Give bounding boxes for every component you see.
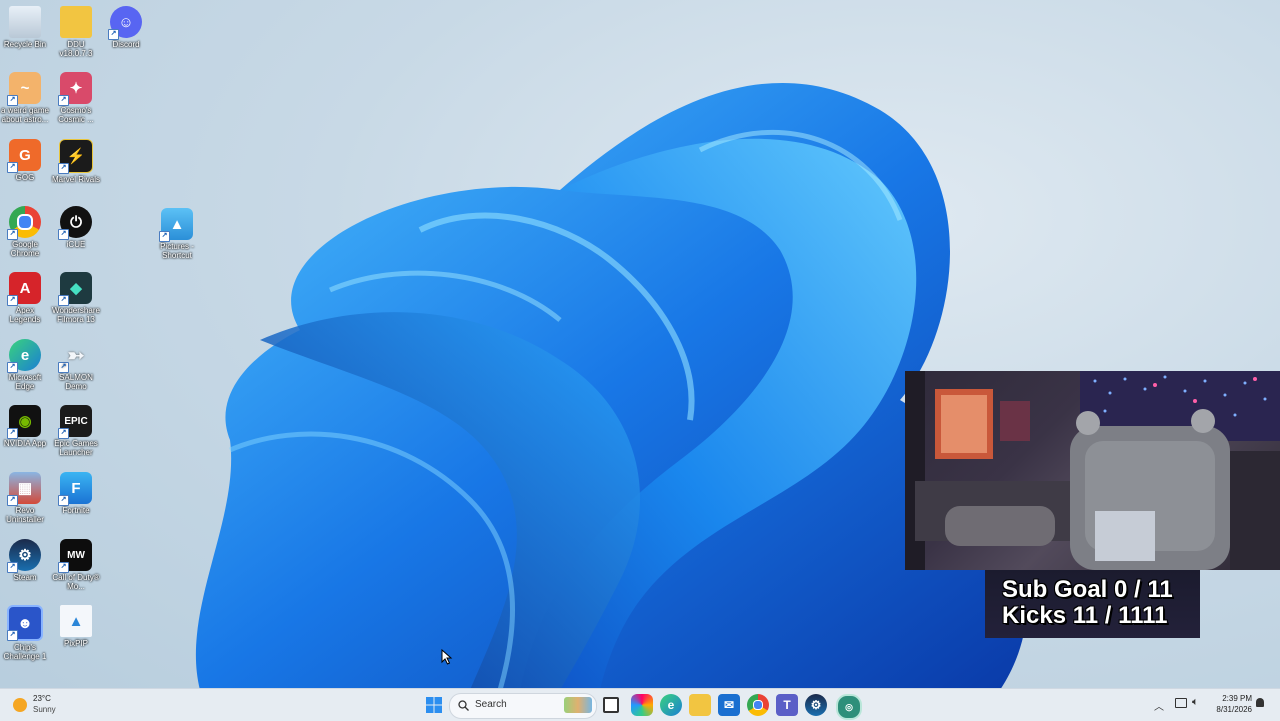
game-icon: ✦ ↗: [58, 72, 92, 106]
image-file-icon: ▲: [60, 605, 92, 637]
desktop-icon-discord[interactable]: ☺ ↗ Discord: [101, 6, 151, 49]
sub-goal-text: Sub Goal 0 / 11: [1002, 576, 1173, 603]
nvidia-icon: ◉ ↗: [7, 405, 41, 439]
pictures-icon: ▲ ↗: [159, 208, 193, 242]
chrome-icon: [753, 700, 763, 710]
taskbar: 23°C Sunny Search e ✉ T ⚙ ◎ ︿ 🔈︎ 2:39 PM…: [0, 688, 1280, 721]
desktop-icon-epic[interactable]: EPIC ↗ Epic Games Launcher: [51, 405, 101, 457]
fortnite-icon: F ↗: [58, 472, 92, 506]
search-icon: [458, 700, 469, 711]
webcam-feed: [905, 371, 1280, 570]
windows-logo-icon: [426, 697, 442, 713]
bell-icon: [1256, 698, 1264, 707]
teams-icon: T: [783, 698, 791, 712]
discord-icon: ☺ ↗: [108, 6, 142, 40]
chips-challenge-icon: ☻ ↗: [7, 605, 43, 641]
task-view-button[interactable]: [600, 694, 622, 716]
cod-icon: MW ↗: [58, 539, 92, 573]
start-button[interactable]: [423, 694, 445, 716]
desktop-icon-marvel-rivals[interactable]: ⚡ ↗ Marvel Rivals: [51, 139, 101, 184]
taskbar-copilot[interactable]: [631, 694, 653, 716]
taskbar-steam[interactable]: ⚙: [805, 694, 827, 716]
desktop-icon-chrome[interactable]: ↗ Google Chrome: [0, 206, 50, 258]
icue-icon: ⏻ ↗: [58, 206, 92, 240]
desktop-icon-pixpip[interactable]: ▲ PixPIP: [51, 605, 101, 648]
folder-icon: [60, 6, 92, 38]
taskbar-edge[interactable]: e: [660, 694, 682, 716]
chevron-up-icon: ︿: [1154, 702, 1164, 713]
search-placeholder: Search: [475, 699, 507, 710]
clock-date: 8/31/2026: [1216, 705, 1252, 714]
chrome-icon: ↗: [7, 206, 41, 240]
notification-button[interactable]: [1256, 698, 1268, 710]
apex-icon: A ↗: [7, 272, 41, 306]
desktop-icon-nvidia[interactable]: ◉ ↗ NVIDIA App: [0, 405, 50, 448]
desktop-icon-revo[interactable]: ▦ ↗ Revo Uninstaller: [0, 472, 50, 524]
desktop-icon-apex[interactable]: A ↗ Apex Legends: [0, 272, 50, 324]
outlook-icon: ✉: [723, 698, 735, 712]
game-icon: ~ ↗: [7, 72, 41, 106]
gog-icon: G ↗: [7, 139, 41, 173]
desktop-icon-ddu[interactable]: DDU v18.0.7.3: [51, 6, 101, 58]
clock-time: 2:39 PM: [1222, 694, 1252, 703]
taskbar-teams[interactable]: T: [776, 694, 798, 716]
weather-condition: Sunny: [33, 705, 56, 714]
desktop-icon-cosmos[interactable]: ✦ ↗ Cosmo's Cosmic ...: [51, 72, 101, 124]
stream-goal-overlay: Sub Goal 0 / 11 Kicks 11 / 1111: [985, 570, 1200, 638]
desktop-icon-weird-game[interactable]: ~ ↗ a weird game about astro...: [0, 72, 50, 124]
mouse-cursor-icon: [441, 649, 453, 665]
taskbar-search-box[interactable]: Search: [449, 693, 597, 719]
desktop-icon-chips-challenge[interactable]: ☻ ↗ Chip's Challenge 1: [0, 605, 50, 661]
revo-icon: ▦ ↗: [7, 472, 41, 506]
task-view-icon: [603, 697, 619, 713]
desktop-icon-pictures-shortcut[interactable]: ▲ ↗ Pictures - Shortcut: [152, 208, 202, 260]
search-highlight-icon: [564, 697, 592, 713]
fish-icon: ➳ ↗: [58, 339, 92, 373]
edge-icon: e: [667, 698, 675, 712]
speaker-icon: 🔈︎: [1192, 696, 1199, 708]
desktop-icon-salmon[interactable]: ➳ ↗ SALMON Demo: [51, 339, 101, 391]
app-icon: ◎: [845, 701, 853, 712]
recycle-bin-icon: [9, 6, 41, 38]
desktop-icon-cod[interactable]: MW ↗ Call of Duty® Mo...: [51, 539, 101, 591]
taskbar-app[interactable]: ◎: [836, 694, 862, 720]
network-button[interactable]: [1175, 698, 1187, 710]
epic-icon: EPIC ↗: [58, 405, 92, 439]
desktop-icon-fortnite[interactable]: F ↗ Fortnite: [51, 472, 101, 515]
desktop-icon-edge[interactable]: e ↗ Microsoft Edge: [0, 339, 50, 391]
taskbar-chrome[interactable]: [747, 694, 769, 716]
network-icon: [1175, 698, 1187, 708]
desktop-icon-icue[interactable]: ⏻ ↗ iCUE: [51, 206, 101, 249]
weather-widget[interactable]: 23°C Sunny: [0, 689, 80, 721]
taskbar-outlook[interactable]: ✉: [718, 694, 740, 716]
desktop-icon-recycle-bin[interactable]: Recycle Bin: [0, 6, 50, 49]
desktop-icon-steam[interactable]: ⚙ ↗ Steam: [0, 539, 50, 582]
sun-icon: [13, 698, 27, 712]
filmora-icon: ◆ ↗: [58, 272, 92, 306]
show-hidden-icons-button[interactable]: ︿: [1154, 698, 1166, 713]
taskbar-file-explorer[interactable]: [689, 694, 711, 716]
desktop-icon-filmora[interactable]: ◆ ↗ Wondershare Filmora 13: [51, 272, 101, 324]
steam-icon: ⚙ ↗: [7, 539, 41, 573]
edge-icon: e ↗: [7, 339, 41, 373]
weather-temp: 23°C: [33, 694, 51, 703]
steam-icon: ⚙: [810, 698, 822, 712]
desktop-icon-gog[interactable]: G ↗ GOG: [0, 139, 50, 182]
marvel-rivals-icon: ⚡ ↗: [58, 139, 93, 174]
kicks-goal-text: Kicks 11 / 1111: [1002, 602, 1168, 629]
